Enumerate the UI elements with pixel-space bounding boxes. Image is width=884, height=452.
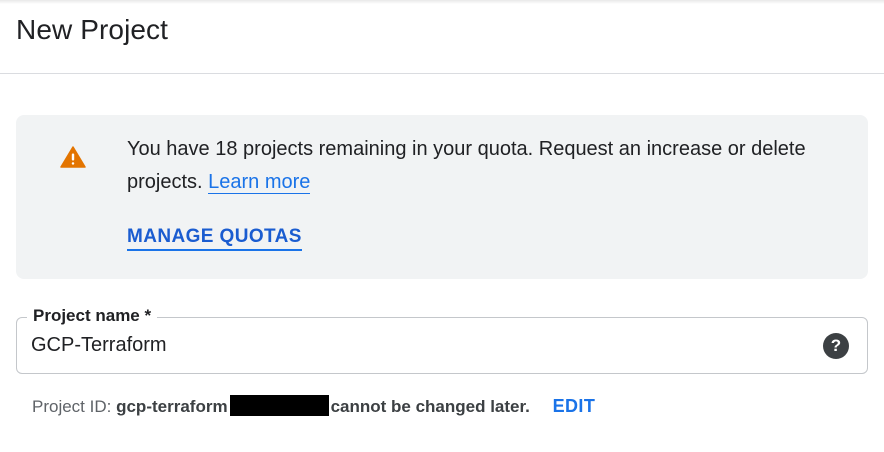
help-icon[interactable]: ? bbox=[823, 333, 849, 359]
project-id-suffix: cannot be changed later. bbox=[330, 397, 530, 416]
edit-project-id-button[interactable]: EDIT bbox=[553, 396, 596, 416]
dialog-header: New Project bbox=[0, 0, 884, 74]
learn-more-link[interactable]: Learn more bbox=[208, 171, 311, 194]
project-name-label: Project name * bbox=[27, 305, 158, 327]
project-id-label: Project ID: bbox=[32, 397, 112, 416]
quota-message: You have 18 projects remaining in your q… bbox=[127, 133, 847, 199]
warning-icon bbox=[60, 146, 86, 168]
manage-quotas-button[interactable]: MANAGE QUOTAS bbox=[127, 225, 302, 251]
quota-notice: You have 18 projects remaining in your q… bbox=[16, 115, 868, 279]
project-id-line: Project ID: gcp-terraform cannot be chang… bbox=[32, 395, 595, 418]
redaction-block bbox=[229, 395, 329, 416]
project-name-input[interactable] bbox=[31, 332, 811, 358]
page-title: New Project bbox=[16, 14, 169, 45]
project-name-field: Project name * ? bbox=[16, 305, 868, 374]
top-shadow bbox=[0, 0, 884, 4]
project-id-value: gcp-terraform bbox=[116, 397, 228, 416]
